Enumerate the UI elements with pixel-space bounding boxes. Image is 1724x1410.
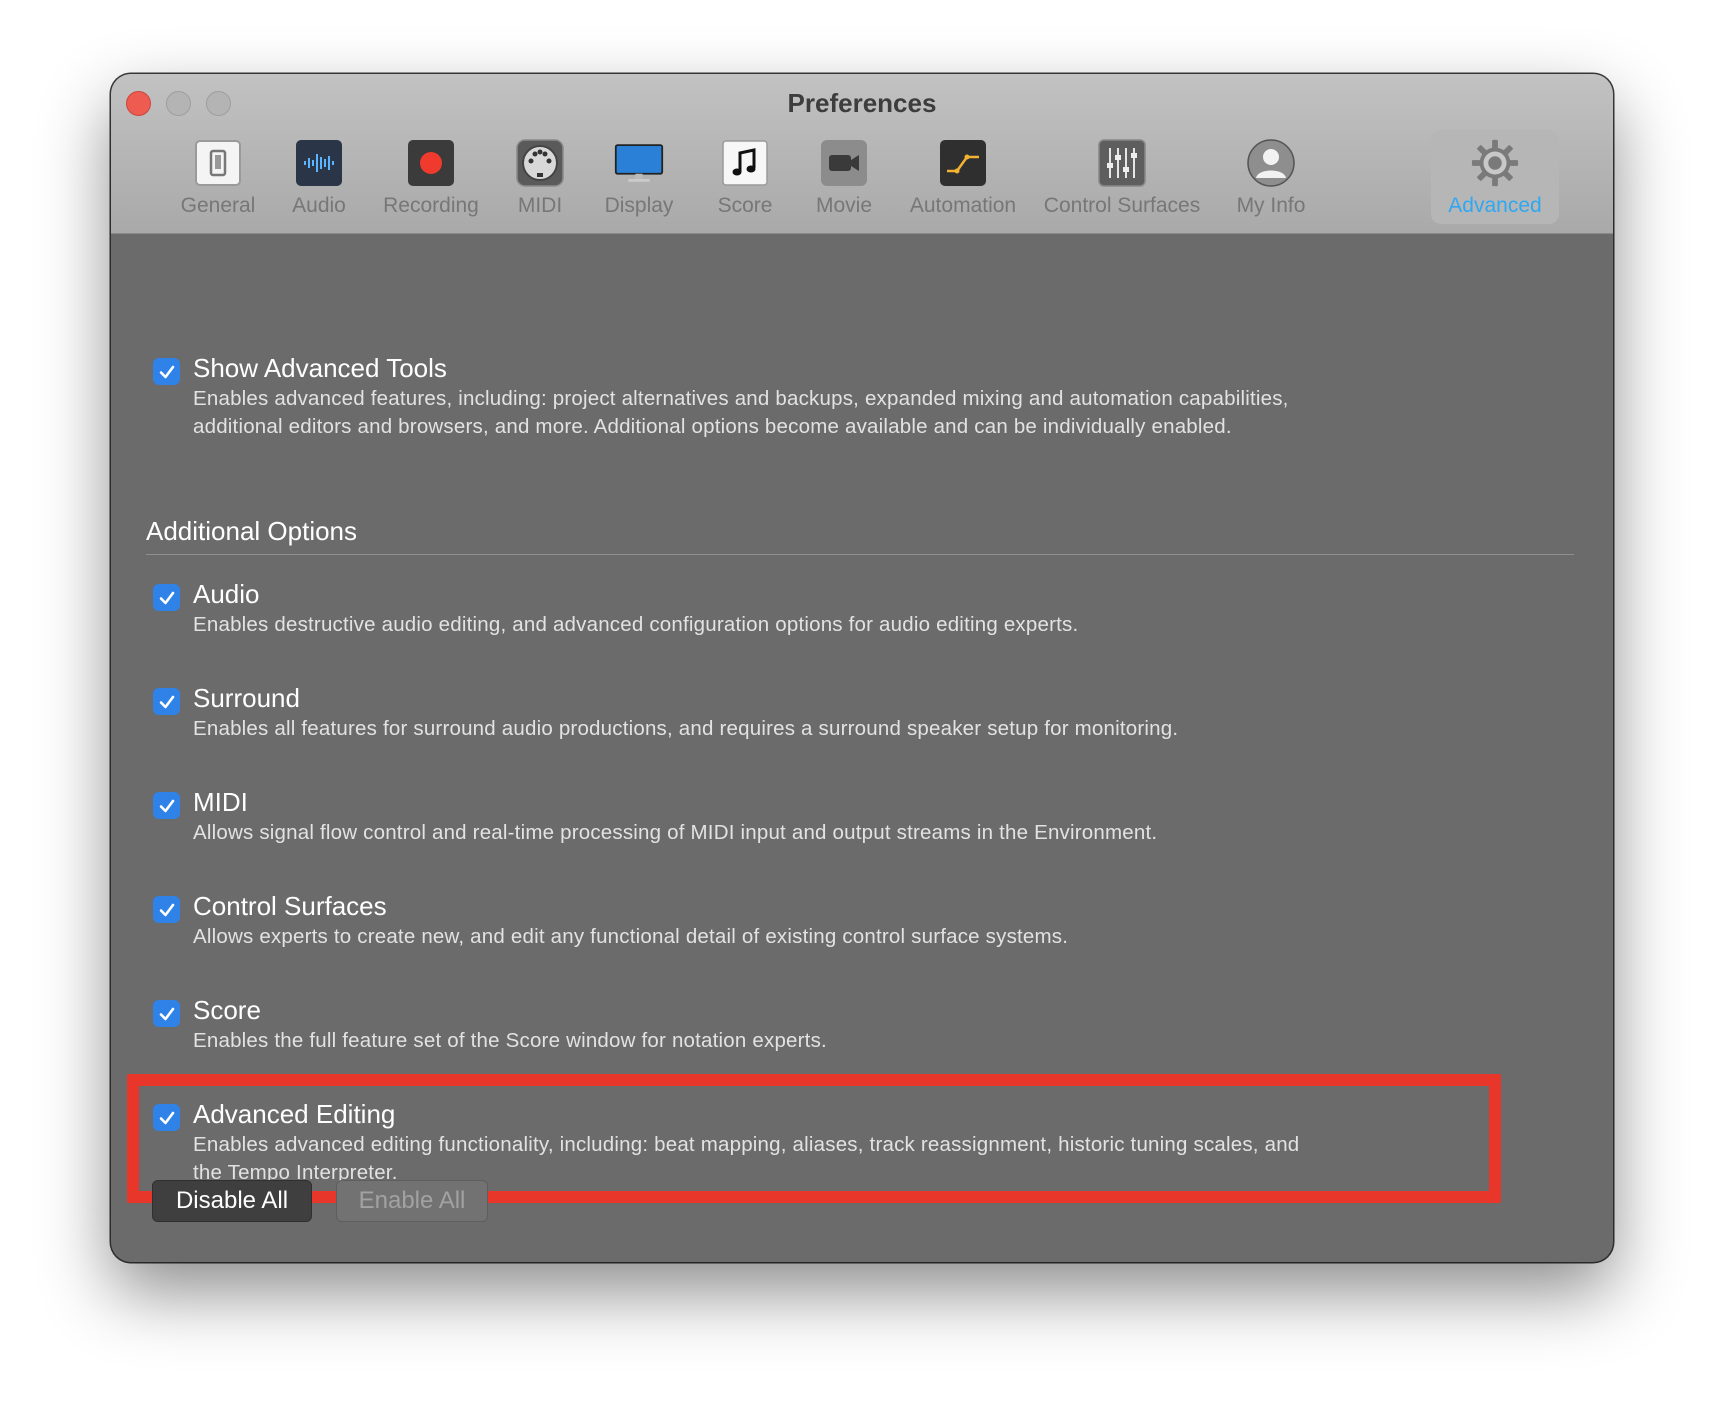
option-title: Audio	[193, 579, 260, 609]
tab-label: Display	[604, 194, 674, 217]
description-line: additional editors and browsers, and mor…	[193, 415, 1232, 438]
checkmark-icon	[159, 365, 174, 378]
option-title: MIDI	[193, 787, 248, 817]
tab-general[interactable]: General	[173, 130, 263, 224]
midi-connector-icon	[515, 138, 565, 188]
window-title: Preferences	[787, 88, 937, 118]
tab-control-surfaces[interactable]: Control Surfaces	[1025, 130, 1219, 224]
option-description: Enables the full feature set of the Scor…	[193, 1029, 827, 1052]
tab-label: MIDI	[517, 194, 563, 217]
disable-all-button[interactable]: Disable All	[152, 1180, 312, 1222]
control-surfaces-checkbox[interactable]	[153, 896, 180, 923]
tab-label: Movie	[815, 194, 873, 217]
tab-recording[interactable]: Recording	[374, 130, 488, 224]
tab-label: My Info	[1236, 194, 1306, 217]
tab-label: Recording	[383, 194, 479, 217]
description-line: Enables advanced features, including: pr…	[193, 387, 1289, 410]
section-divider	[146, 554, 1574, 555]
checkmark-icon	[159, 1007, 174, 1020]
tab-audio[interactable]: Audio	[277, 130, 361, 224]
option-title: Surround	[193, 683, 300, 713]
surround-checkbox[interactable]	[153, 688, 180, 715]
tab-movie[interactable]: Movie	[794, 130, 894, 224]
tab-label: Control Surfaces	[1043, 194, 1201, 217]
checkmark-icon	[159, 591, 174, 604]
checkmark-icon	[159, 903, 174, 916]
advanced-editing-checkbox[interactable]	[153, 1104, 180, 1131]
option-description: Allows signal flow control and real-time…	[193, 821, 1158, 844]
movie-camera-icon	[819, 138, 869, 188]
display-monitor-icon	[614, 138, 664, 188]
option-title: Advanced Editing	[193, 1099, 396, 1129]
preferences-window: Preferences General Audio Recording MIDI…	[111, 74, 1613, 1262]
tab-label: Advanced	[1448, 194, 1542, 217]
section-title: Additional Options	[146, 516, 358, 546]
audio-waveform-icon	[294, 138, 344, 188]
checkmark-icon	[159, 1111, 174, 1124]
option-description: Enables advanced features, including: pr…	[193, 385, 1483, 441]
tab-label: Audio	[292, 194, 346, 217]
score-checkbox[interactable]	[153, 1000, 180, 1027]
tab-label: Score	[717, 194, 773, 217]
option-title: Control Surfaces	[193, 891, 387, 921]
enable-all-button[interactable]: Enable All	[336, 1180, 488, 1222]
record-icon	[406, 138, 456, 188]
show-advanced-tools-checkbox[interactable]	[153, 358, 180, 385]
tab-advanced[interactable]: Advanced	[1431, 130, 1559, 224]
gear-icon	[1470, 138, 1520, 188]
checkmark-icon	[159, 799, 174, 812]
tab-label: Automation	[909, 194, 1017, 217]
midi-checkbox[interactable]	[153, 792, 180, 819]
option-description: Enables advanced editing functionality, …	[193, 1131, 1483, 1187]
option-title: Score	[193, 995, 261, 1025]
tab-score[interactable]: Score	[705, 130, 785, 224]
tab-label: General	[180, 194, 256, 217]
faders-icon	[1097, 138, 1147, 188]
preferences-toolbar: General Audio Recording MIDI Display Sco…	[111, 130, 1613, 230]
option-description: Allows experts to create new, and edit a…	[193, 925, 1069, 948]
description-line: Enables advanced editing functionality, …	[193, 1133, 1300, 1156]
automation-curve-icon	[938, 138, 988, 188]
music-note-icon	[720, 138, 770, 188]
tab-automation[interactable]: Automation	[901, 130, 1025, 224]
tab-midi[interactable]: MIDI	[502, 130, 578, 224]
user-silhouette-icon	[1246, 138, 1296, 188]
option-description: Enables all features for surround audio …	[193, 717, 1179, 740]
title-bar: Preferences General Audio Recording MIDI…	[111, 74, 1613, 234]
audio-checkbox[interactable]	[153, 584, 180, 611]
checkmark-icon	[159, 695, 174, 708]
general-icon	[193, 138, 243, 188]
tab-my-info[interactable]: My Info	[1223, 130, 1319, 224]
option-title: Show Advanced Tools	[193, 353, 447, 383]
option-description: Enables destructive audio editing, and a…	[193, 613, 1079, 636]
tab-display[interactable]: Display	[584, 130, 694, 224]
